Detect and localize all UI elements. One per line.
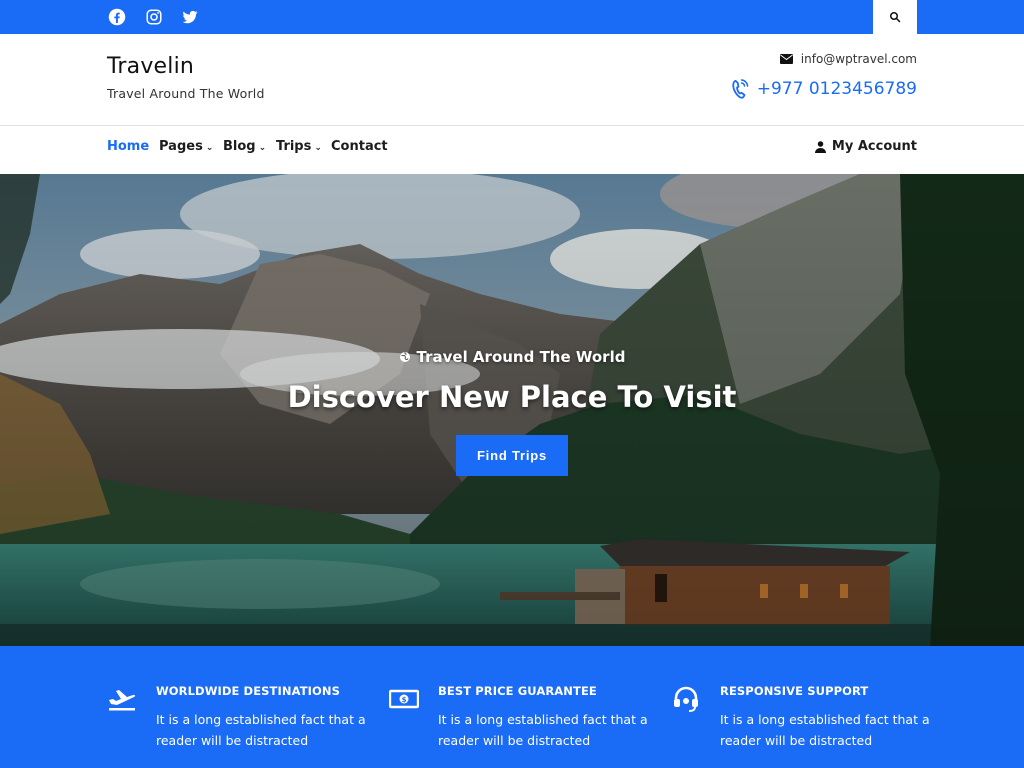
search-button[interactable] [873,0,917,34]
feature-text: It is a long established fact that a rea… [720,712,930,748]
nav-item-trips[interactable]: Trips ⌄ [276,139,322,154]
nav-item-home[interactable]: Home [107,139,149,154]
nav-item-contact[interactable]: Contact [331,139,388,154]
email-contact[interactable]: info@wptravel.com [779,52,917,66]
phone-contact[interactable]: +977 0123456789 [731,78,917,100]
nav-item-label: Blog [223,139,256,154]
envelope-icon [779,54,793,64]
hero-banner: Travel Around The World Discover New Pla… [0,174,1024,646]
feature-text: It is a long established fact that a rea… [156,712,366,748]
phone-icon [732,79,748,99]
chevron-down-icon: ⌄ [258,142,267,153]
find-trips-button[interactable]: Find Trips [456,435,568,476]
hero-content: Travel Around The World Discover New Pla… [0,174,1024,646]
twitter-icon[interactable] [180,7,200,27]
site-header: Travelin Travel Around The World info@wp… [0,34,1024,126]
user-icon [814,140,826,153]
search-icon [890,12,901,23]
nav-item-label: Trips [276,139,312,154]
features-strip: WORLDWIDE DESTINATIONS It is a long esta… [0,646,1024,768]
instagram-icon[interactable] [144,7,164,27]
my-account-link[interactable]: My Account [814,139,917,154]
nav-item-blog[interactable]: Blog ⌄ [223,139,266,154]
hero-title: Discover New Place To Visit [287,380,737,414]
hero-subtitle: Travel Around The World [0,348,1024,366]
nav-item-label: Contact [331,139,388,154]
feature-text: It is a long established fact that a rea… [438,712,648,748]
feature-title: WORLDWIDE DESTINATIONS [156,684,341,698]
chevron-down-icon: ⌄ [205,142,214,153]
hero-subtitle-text: Travel Around The World [416,348,626,366]
phone-text: +977 0123456789 [756,79,917,99]
main-navigation: Home Pages ⌄ Blog ⌄ Trips ⌄ Contact My A… [0,126,1024,174]
top-bar [0,0,1024,34]
site-title[interactable]: Travelin [107,54,194,79]
nav-item-label: Pages [159,139,203,154]
my-account-label: My Account [831,139,917,154]
svg-text:$: $ [402,696,407,704]
facebook-icon[interactable] [107,7,127,27]
email-text: info@wptravel.com [800,52,917,66]
nav-item-label: Home [107,139,150,154]
money-icon: $ [389,689,419,709]
nav-item-pages[interactable]: Pages ⌄ [159,139,213,154]
plane-icon [109,690,136,711]
feature-title: BEST PRICE GUARANTEE [438,684,597,698]
chevron-down-icon: ⌄ [314,142,322,153]
feature-title: RESPONSIVE SUPPORT [720,684,869,698]
headset-icon [674,686,698,712]
globe-icon [399,351,410,362]
site-tagline: Travel Around The World [107,86,265,101]
